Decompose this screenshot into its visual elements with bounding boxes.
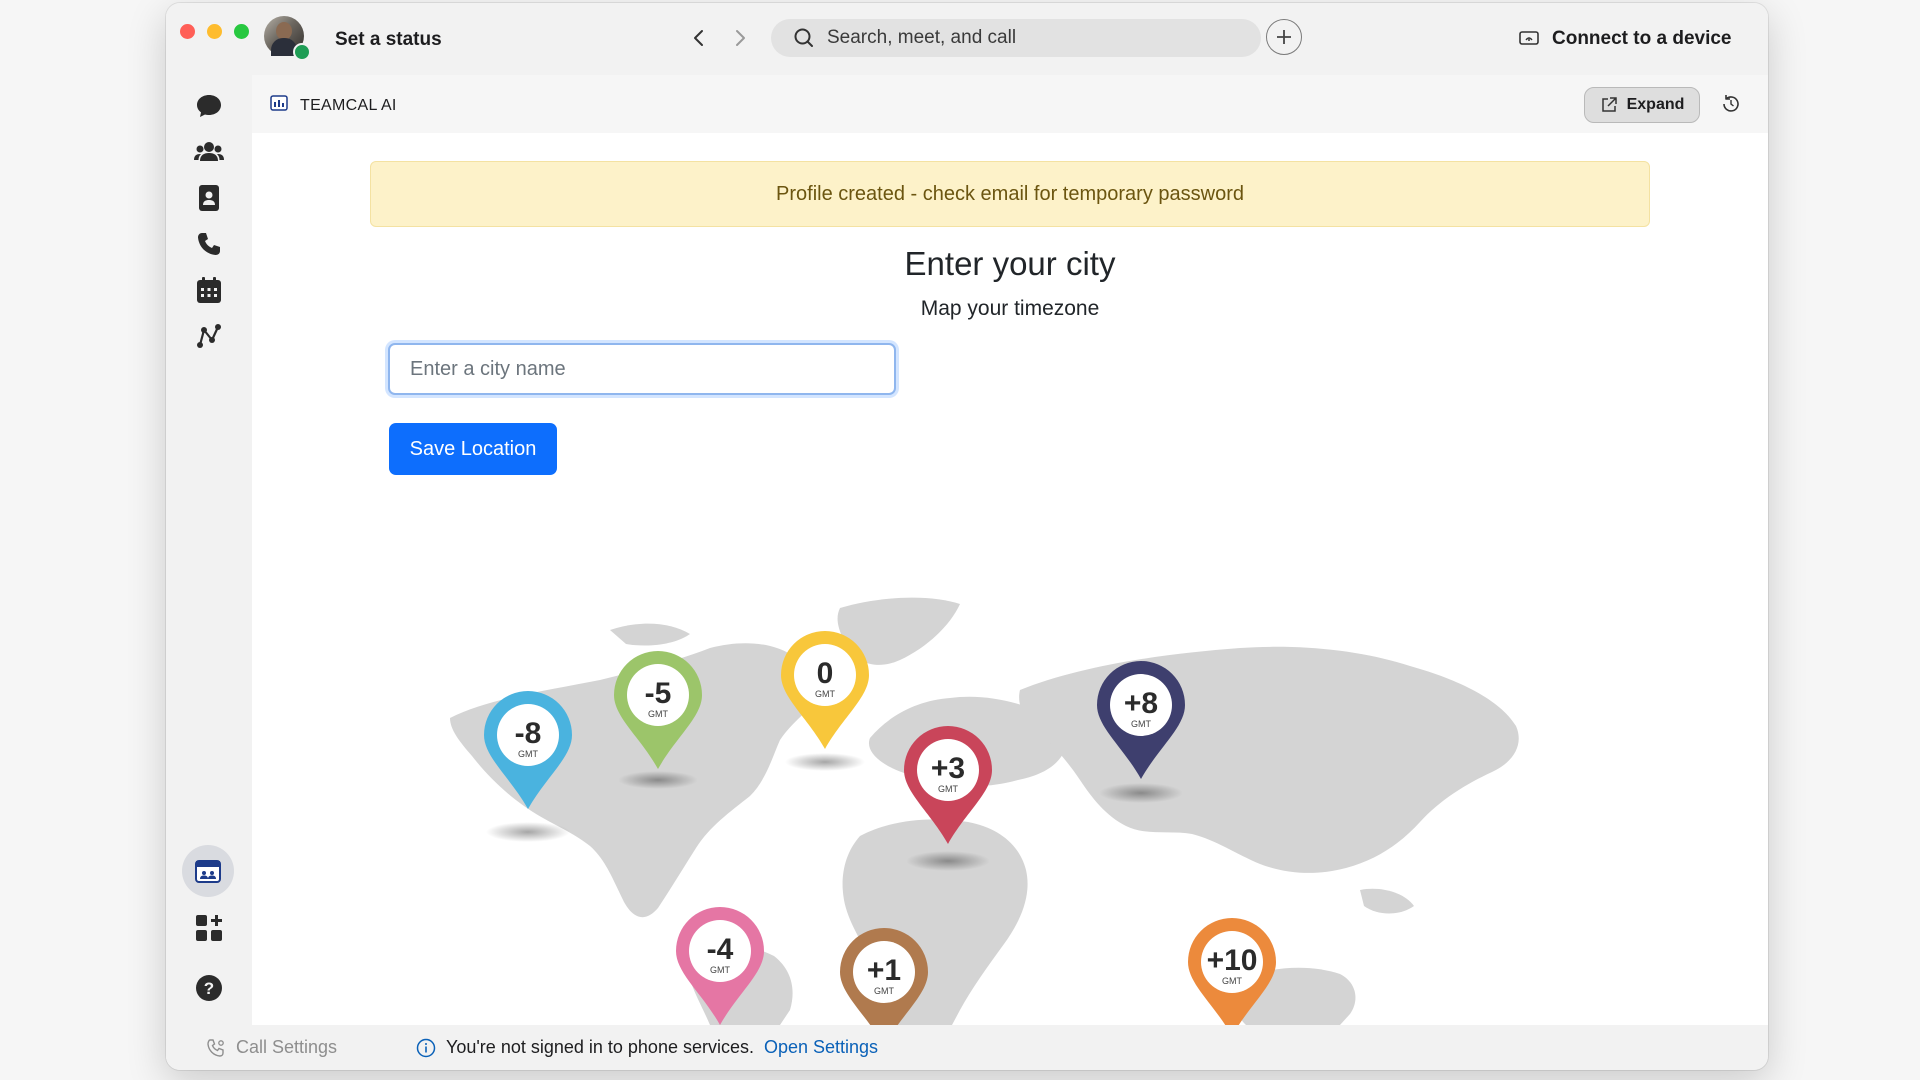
external-open-icon [1601,97,1617,112]
svg-text:?: ? [204,979,214,998]
pin-label: +3 [931,752,965,785]
page-title: Enter your city [904,245,1116,282]
window-close-button[interactable] [180,24,195,39]
phone-status-text: You're not signed in to phone services. [446,1037,754,1057]
expand-button[interactable]: Expand [1584,87,1700,123]
save-location-button[interactable]: Save Location [389,423,557,475]
plus-icon [1277,30,1291,44]
call-settings-button[interactable]: Call Settings [206,1037,337,1058]
search-input[interactable] [825,26,1229,50]
calendar-icon[interactable] [194,275,224,305]
search-icon [794,28,813,47]
pin-sublabel: GMT [648,709,668,719]
success-alert: Profile created - check email for tempor… [370,161,1650,227]
window-minimize-button[interactable] [207,24,222,39]
workflows-icon[interactable] [194,321,224,351]
city-input[interactable] [388,343,896,395]
info-icon [416,1038,436,1057]
pin-sublabel: GMT [1131,719,1151,729]
pin-sublabel: GMT [1222,976,1242,986]
app-title: TEAMCAL AI [300,97,397,114]
expand-label: Expand [1626,96,1685,113]
app-header: TEAMCAL AI Expand [252,75,1768,133]
search-bar[interactable] [771,19,1261,57]
connect-device-label: Connect to a device [1552,28,1732,49]
pin-label: 0 [817,657,834,690]
title-bar: Set a status Connec [166,3,1768,75]
presence-status-icon [293,43,311,61]
status-footer: Call Settings You're not signed in to ph… [166,1025,1768,1070]
left-rail: ? [166,75,252,1070]
call-settings-label: Call Settings [236,1037,338,1057]
phone-status-message: You're not signed in to phone services. … [416,1037,878,1058]
pin-sublabel: GMT [938,784,958,794]
chat-icon[interactable] [194,91,224,121]
teamcal-app-button[interactable] [182,845,234,897]
window-maximize-button[interactable] [234,24,249,39]
timezone-world-map: -8 GMT -5 GMT 0 GMT +3 GMT +8 GMT -4 GMT… [420,530,1560,1025]
forward-arrow-icon[interactable] [729,27,751,49]
new-action-button[interactable] [1266,19,1302,55]
calls-icon[interactable] [194,229,224,259]
pin-sublabel: GMT [874,986,894,996]
teamcal-small-icon [270,95,288,111]
pin-label: -8 [515,717,542,750]
help-icon[interactable]: ? [194,973,224,1003]
device-icon [1519,31,1539,45]
back-arrow-icon[interactable] [688,27,710,49]
pin-label: +8 [1124,687,1158,720]
open-settings-link[interactable]: Open Settings [764,1037,878,1058]
page-subtitle: Map your timezone [920,297,1100,320]
contacts-icon[interactable] [194,183,224,213]
teamcal-app-icon [195,860,221,883]
pin-sublabel: GMT [710,965,730,975]
pin-label: +1 [867,954,901,987]
app-panel: TEAMCAL AI Expand Profile created - chec… [252,75,1768,1025]
app-window: Set a status Connec [166,3,1768,1070]
phone-settings-icon [207,1038,224,1057]
refresh-icon[interactable] [1720,93,1742,115]
apps-icon[interactable] [194,913,224,943]
pin-sublabel: GMT [815,689,835,699]
pin-label: -4 [707,933,734,966]
connect-device-button[interactable]: Connect to a device [1518,28,1732,50]
teams-icon[interactable] [194,137,224,167]
set-status-button[interactable]: Set a status [335,29,442,51]
pin-sublabel: GMT [518,749,538,759]
pin-label: +10 [1207,944,1258,977]
pin-label: -5 [645,677,672,710]
